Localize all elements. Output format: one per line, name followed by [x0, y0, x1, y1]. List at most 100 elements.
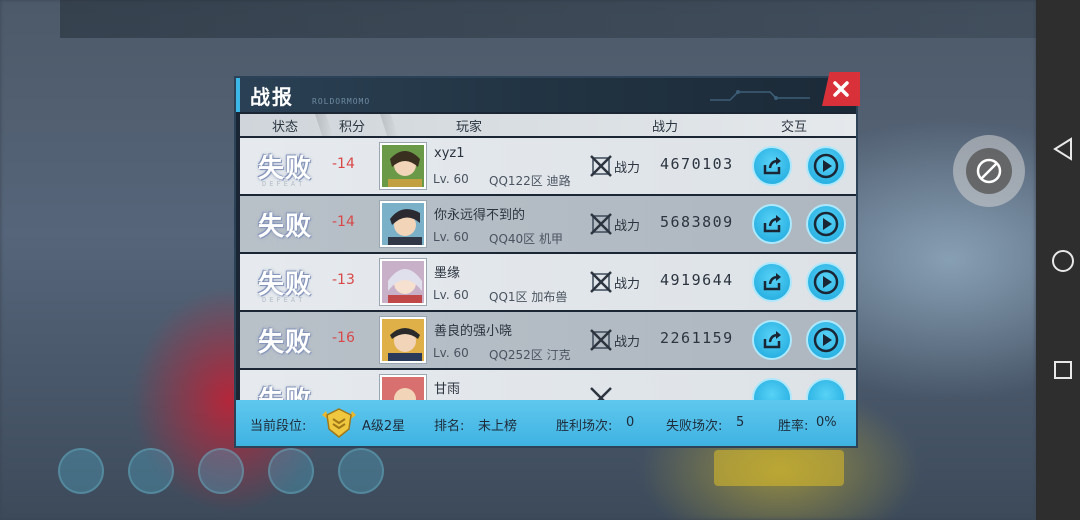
result-english-text: DEFEAT: [262, 238, 306, 246]
dialog-subtitle: ROLDORMOMO: [312, 97, 371, 106]
crossed-swords-icon: [590, 271, 612, 293]
stats-footer: 当前段位: A级2星 排名: 未上榜 胜利场次: 0 失败场次: 5 胜率: 0…: [236, 400, 856, 446]
crossed-swords-icon: [590, 329, 612, 351]
play-icon: [813, 211, 839, 237]
power-label: 战力: [614, 161, 641, 176]
share-icon: [763, 157, 781, 175]
power-label: 战力: [614, 277, 641, 292]
battle-row: 失败 DEFEAT -14 xyz1 Lv. 60 QQ122区 迪路 战力 4…: [240, 138, 856, 194]
assistive-touch-icon: [966, 148, 1012, 194]
column-status: 状态: [272, 120, 299, 135]
player-name: xyz1: [434, 146, 465, 161]
player-server: QQ40区 机甲: [489, 232, 563, 246]
position-label: 排名:: [434, 419, 465, 434]
win-rate-label: 胜率:: [778, 419, 809, 434]
power-label: 战力: [614, 219, 641, 234]
result-english-text: DEFEAT: [262, 180, 306, 188]
result-english-text: DEFEAT: [262, 296, 306, 304]
play-icon: [813, 153, 839, 179]
share-icon: [763, 215, 781, 233]
player-server: QQ252区 汀克: [489, 348, 571, 362]
background-menu-button: [128, 448, 174, 494]
assistive-touch-button[interactable]: [953, 135, 1025, 207]
player-avatar[interactable]: [380, 143, 426, 189]
column-separator: [315, 114, 333, 136]
play-icon: [813, 269, 839, 295]
share-icon: [763, 331, 781, 349]
player-avatar[interactable]: [380, 201, 426, 247]
rank-badge-icon: [322, 408, 356, 438]
share-button[interactable]: [752, 204, 792, 244]
dialog-header: 战报 ROLDORMOMO: [236, 78, 856, 112]
background-menu-button: [58, 448, 104, 494]
losses-value: 5: [736, 415, 745, 430]
column-player: 玩家: [456, 120, 483, 135]
replay-button[interactable]: [806, 378, 846, 400]
player-avatar[interactable]: [380, 259, 426, 305]
replay-button[interactable]: [806, 320, 846, 360]
column-interact: 交互: [781, 120, 808, 135]
battle-row: 失败 DEFEAT -13 墨缘 Lv. 60 QQ1区 加布兽 战力 4919…: [240, 254, 856, 310]
share-button[interactable]: [752, 262, 792, 302]
background-yellow-button: [714, 450, 844, 486]
player-name: 你永远得不到的: [434, 208, 526, 223]
background-menu-button: [338, 448, 384, 494]
recent-square-icon[interactable]: [1053, 360, 1073, 380]
losses-label: 失败场次:: [666, 419, 723, 434]
dialog-title: 战报: [250, 85, 294, 109]
replay-button[interactable]: [806, 204, 846, 244]
power-label: 战力: [614, 335, 641, 350]
home-circle-icon[interactable]: [1050, 248, 1076, 274]
player-avatar[interactable]: [380, 375, 426, 400]
column-power: 战力: [652, 120, 679, 135]
crossed-swords-icon: [590, 155, 612, 177]
power-value: 5683809: [660, 213, 734, 231]
close-icon: [833, 81, 849, 97]
power-value: 4670103: [660, 155, 734, 173]
replay-button[interactable]: [806, 262, 846, 302]
score-change: -14: [332, 156, 355, 172]
player-name: 善良的强小晓: [434, 324, 513, 339]
crossed-swords-icon: [590, 387, 612, 400]
rank-value: A级2星: [362, 419, 406, 434]
share-button[interactable]: [752, 146, 792, 186]
position-value: 未上榜: [478, 419, 518, 434]
wins-label: 胜利场次:: [556, 419, 613, 434]
battle-row: 失败 DEFEAT -14 你永远得不到的 Lv. 60 QQ40区 机甲 战力…: [240, 196, 856, 252]
player-avatar[interactable]: [380, 317, 426, 363]
share-button[interactable]: [752, 320, 792, 360]
score-change: -16: [332, 330, 355, 346]
player-name: 墨缘: [434, 266, 461, 281]
score-change: -14: [332, 214, 355, 230]
wins-value: 0: [626, 415, 635, 430]
player-level: Lv. 60: [433, 346, 469, 360]
crossed-swords-icon: [590, 213, 612, 235]
column-score: 积分: [339, 120, 366, 135]
battle-row: 失败 甘雨: [240, 370, 856, 400]
player-level: Lv. 60: [433, 172, 469, 186]
power-value: 4919644: [660, 271, 734, 289]
battle-list[interactable]: 失败 DEFEAT -14 xyz1 Lv. 60 QQ122区 迪路 战力 4…: [240, 138, 856, 400]
replay-button[interactable]: [806, 146, 846, 186]
result-text: 失败: [258, 380, 312, 400]
battle-report-dialog: 战报 ROLDORMOMO 状态 积分 玩家 战力 交互 失败 DEFEAT -…: [234, 72, 860, 448]
power-value: 2261159: [660, 329, 734, 347]
score-change: -13: [332, 272, 355, 288]
circuit-decoration-icon: [710, 90, 810, 101]
background-menu-button: [198, 448, 244, 494]
back-triangle-icon[interactable]: [1053, 137, 1073, 161]
player-level: Lv. 60: [433, 288, 469, 302]
battle-row: 失败 DEFEAT -16 善良的强小晓 Lv. 60 QQ252区 汀克 战力…: [240, 312, 856, 368]
background-menu-button: [268, 448, 314, 494]
column-separator: [380, 114, 398, 136]
play-icon: [813, 327, 839, 353]
player-name: 甘雨: [434, 382, 461, 397]
column-header-row: 状态 积分 玩家 战力 交互: [240, 114, 856, 136]
background-top-bar: [60, 0, 1036, 38]
player-server: QQ1区 加布兽: [489, 290, 568, 304]
player-level: Lv. 60: [433, 230, 469, 244]
share-button[interactable]: [752, 378, 792, 400]
rank-label: 当前段位:: [250, 419, 307, 434]
share-icon: [763, 273, 781, 291]
result-english-text: DEFEAT: [262, 354, 306, 362]
